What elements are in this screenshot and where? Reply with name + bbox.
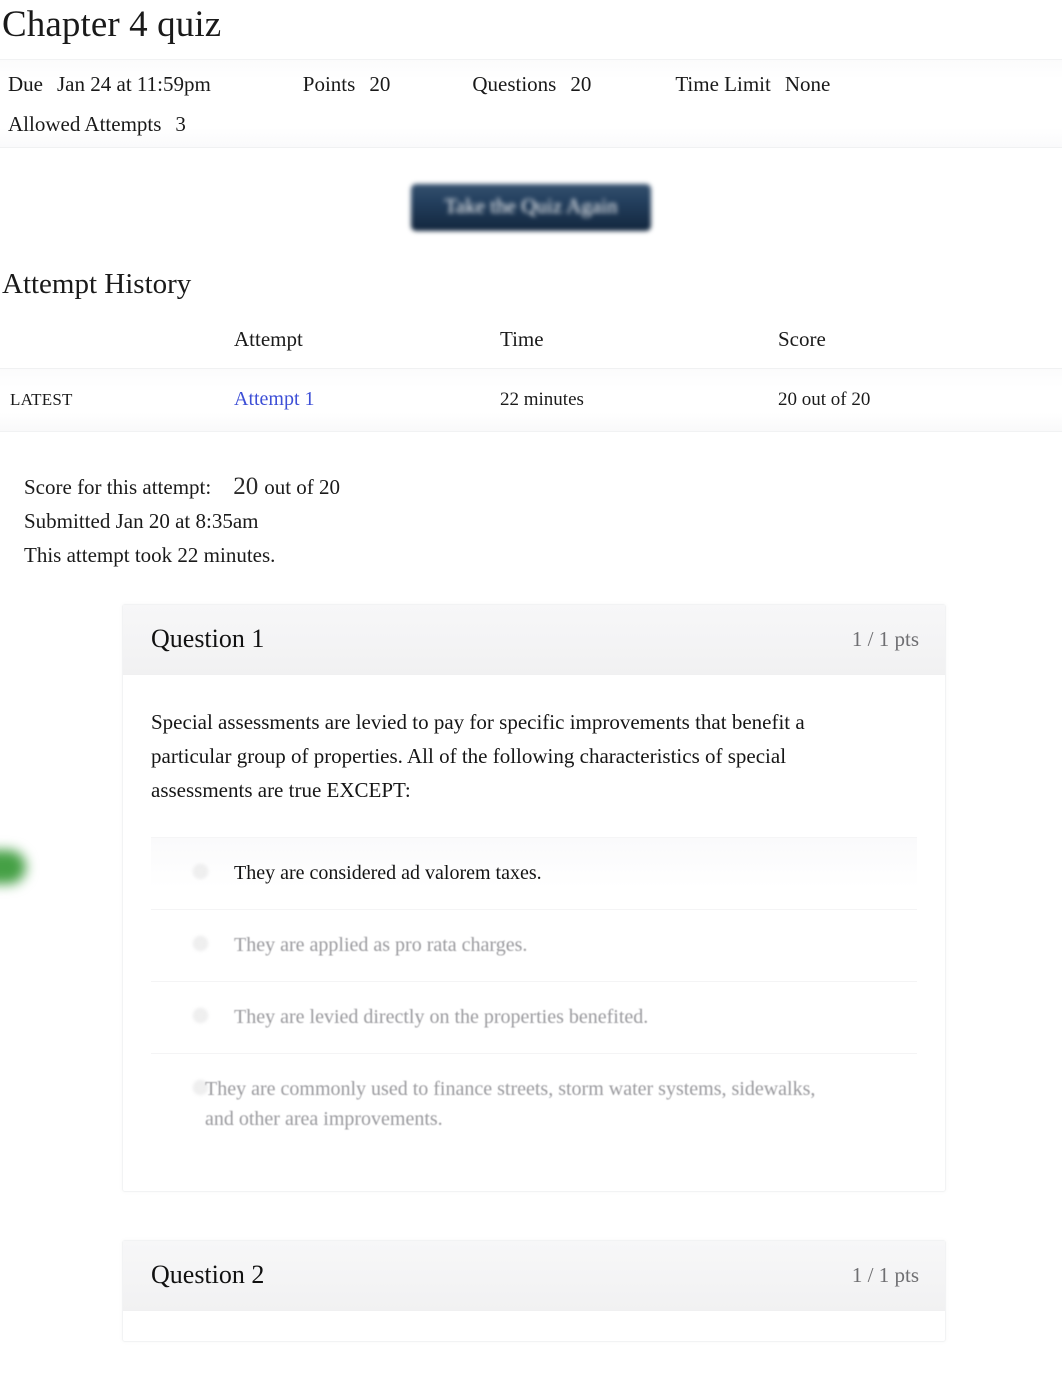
table-row: LATEST Attempt 1 22 minutes 20 out of 20 [0,368,1062,432]
due-label: Due [8,72,43,96]
question-name: Question 2 [151,1260,265,1289]
questions-value: 20 [570,72,592,96]
question-header: Question 1 1 / 1 pts [123,605,945,675]
questions-label: Questions [472,72,557,96]
cell-kept: LATEST [0,369,234,432]
quiz-info-row-primary: Due Jan 24 at 11:59pm Points 20 Question… [0,74,1062,95]
question-card: Question 1 1 / 1 pts Special assessments… [122,604,946,1192]
time-limit-label: Time Limit [675,72,771,96]
quiz-info-row-secondary: Allowed Attempts 3 [0,114,1062,135]
duration-line: This attempt took 22 minutes. [24,543,276,567]
question-points: 1 / 1 pts [851,626,919,651]
answer-option-label: They are levied directly on the properti… [234,1006,649,1028]
latest-badge: LATEST [10,389,73,409]
attempt-history-heading: Attempt History [2,268,192,300]
answer-option-label: They are considered ad valorem taxes. [234,862,542,884]
points-value: 20 [369,72,391,96]
radio-button-icon[interactable] [193,864,208,879]
allowed-attempts-value: 3 [175,112,186,136]
score-label: Score for this attempt: [24,475,212,499]
column-header-score: Score [778,327,826,351]
question-card: Question 2 1 / 1 pts [122,1240,946,1342]
points-field: Points 20 [303,74,391,95]
radio-button-icon[interactable] [193,936,208,951]
due-value: Jan 24 at 11:59pm [57,72,211,96]
time-limit-value: None [784,72,831,96]
take-quiz-again-container: Take the Quiz Again [0,148,1062,270]
score-out-of: out of 20 [264,475,341,499]
question-text: Special assessments are levied to pay fo… [151,710,805,802]
cell-score: 20 out of 20 [778,388,871,410]
cell-attempt: Attempt 1 [234,369,500,432]
question-body: Special assessments are levied to pay fo… [123,675,945,1191]
score-points-value: 20 [233,473,259,500]
question-header: Question 2 1 / 1 pts [123,1241,945,1311]
take-quiz-again-button[interactable]: Take the Quiz Again [410,183,652,231]
radio-button-icon[interactable] [193,1008,208,1023]
table-header-row: Attempt Time Score [0,327,1062,369]
answer-option[interactable]: They are considered ad valorem taxes. [151,837,917,910]
question-points: 1 / 1 pts [851,1262,919,1287]
column-header-kept [0,327,234,369]
allowed-attempts-label: Allowed Attempts [8,112,162,136]
answer-option[interactable]: They are commonly used to finance street… [151,1054,917,1155]
attempt-history-table: Attempt Time Score LATEST Attempt 1 22 m… [0,327,1062,432]
questions-field: Questions 20 [472,74,591,95]
answer-option[interactable]: They are applied as pro rata charges. [151,910,917,982]
attempt-1-link[interactable]: Attempt 1 [234,388,315,410]
time-limit-field: Time Limit None [675,74,830,95]
page-title: Chapter 4 quiz [2,4,222,45]
submitted-line: Submitted Jan 20 at 8:35am [24,509,259,533]
column-header-attempt: Attempt [234,327,303,351]
quiz-info-bar: Due Jan 24 at 11:59pm Points 20 Question… [0,59,1062,148]
due-field: Due Jan 24 at 11:59pm [8,74,211,95]
attempt-history-table-head: Attempt Time Score [0,327,1062,369]
question-name: Question 1 [151,624,265,653]
answer-option-label: They are applied as pro rata charges. [234,934,528,956]
questions-list: Question 1 1 / 1 pts Special assessments… [0,604,1062,1342]
correct-answer-indicator [0,850,26,884]
answer-option[interactable]: They are levied directly on the properti… [151,982,917,1054]
attempt-history-table-body: LATEST Attempt 1 22 minutes 20 out of 20 [0,368,1062,432]
score-for-attempt-line: Score for this attempt: 20 out of 20 [24,470,1062,504]
question-body [123,1311,945,1341]
allowed-attempts-field: Allowed Attempts 3 [8,114,186,135]
answer-option-label: They are commonly used to finance street… [205,1078,816,1130]
score-summary: Score for this attempt: 20 out of 20 Submi… [0,470,1062,572]
cell-time: 22 minutes [500,388,584,410]
column-header-time: Time [500,327,544,351]
answer-options: They are considered ad valorem taxes. Th… [151,837,917,1191]
points-label: Points [302,72,356,96]
